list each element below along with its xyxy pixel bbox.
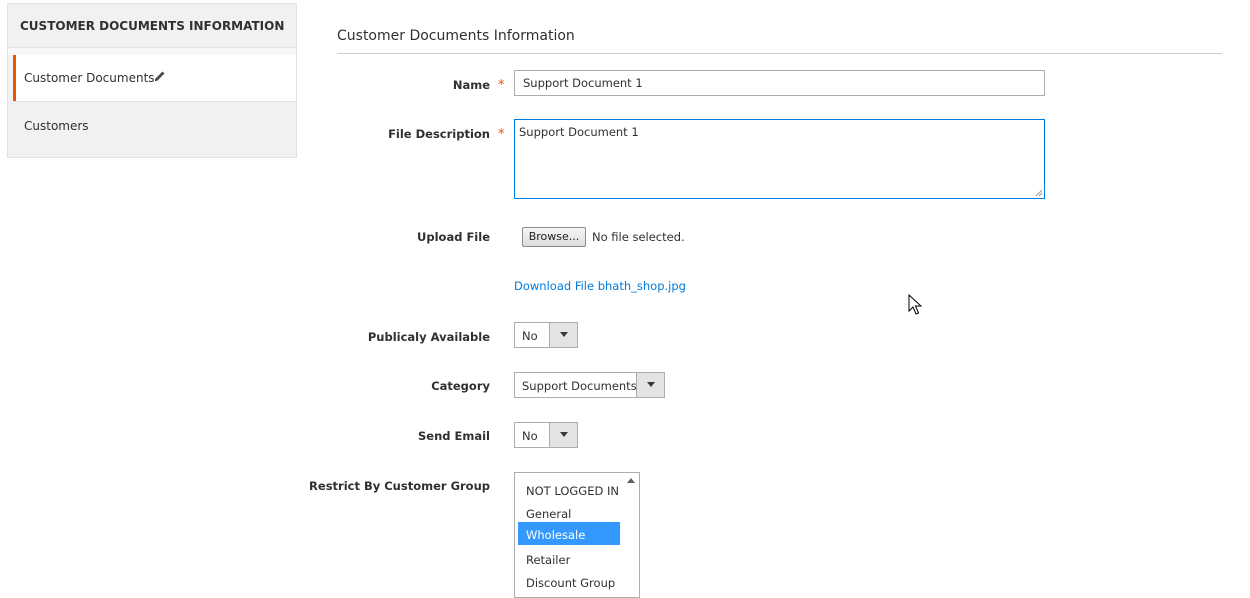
resize-grip-icon[interactable] [1034, 188, 1043, 197]
file-description-textarea[interactable]: Support Document 1 [514, 119, 1045, 199]
title-divider [337, 53, 1222, 54]
mouse-cursor-icon [908, 294, 922, 315]
publicly-available-select[interactable]: No [514, 322, 578, 348]
select-value: No [522, 329, 538, 343]
file-description-label: File Description [388, 127, 490, 141]
list-option-retailer[interactable]: Retailer [518, 547, 620, 570]
scroll-up-icon[interactable] [627, 478, 635, 483]
send-email-select[interactable]: No [514, 422, 578, 448]
category-label: Category [431, 379, 490, 393]
upload-file-label: Upload File [417, 230, 490, 244]
name-label: Name [452, 78, 490, 92]
select-value: Support Documents [522, 379, 637, 393]
sidebar-item-label: Customers [24, 119, 89, 133]
name-input[interactable] [514, 70, 1045, 96]
restrict-group-label: Restrict By Customer Group [309, 479, 490, 493]
browse-button[interactable]: Browse... [522, 227, 586, 247]
sidebar-item-customer-documents[interactable]: Customer Documents [13, 55, 296, 101]
sidebar-item-customers[interactable]: Customers [13, 101, 296, 157]
file-status-text: No file selected. [592, 230, 685, 244]
category-select[interactable]: Support Documents [514, 372, 665, 398]
chevron-down-icon [549, 323, 577, 347]
pencil-icon [155, 71, 165, 81]
customer-group-multiselect[interactable]: NOT LOGGED IN General Wholesale Retailer… [514, 472, 640, 598]
page-title: Customer Documents Information [337, 28, 575, 44]
send-email-label: Send Email [418, 429, 490, 443]
list-option-wholesale[interactable]: Wholesale [518, 522, 620, 545]
chevron-down-icon [549, 423, 577, 447]
required-marker: * [498, 127, 505, 142]
list-option-general[interactable]: General [518, 501, 620, 524]
select-value: No [522, 429, 538, 443]
sidebar: CUSTOMER DOCUMENTS INFORMATION Customer … [7, 3, 297, 158]
list-option-not-logged-in[interactable]: NOT LOGGED IN [518, 478, 620, 501]
sidebar-title: CUSTOMER DOCUMENTS INFORMATION [20, 19, 285, 33]
list-option-discount-group[interactable]: Discount Group [518, 570, 620, 593]
scrollbar[interactable] [623, 473, 639, 597]
publicly-available-label: Publicaly Available [367, 330, 490, 344]
download-file-link[interactable]: Download File bhath_shop.jpg [514, 279, 686, 293]
sidebar-divider [8, 47, 296, 55]
chevron-down-icon [636, 373, 664, 397]
required-marker: * [498, 78, 505, 93]
sidebar-item-label: Customer Documents [24, 71, 155, 85]
